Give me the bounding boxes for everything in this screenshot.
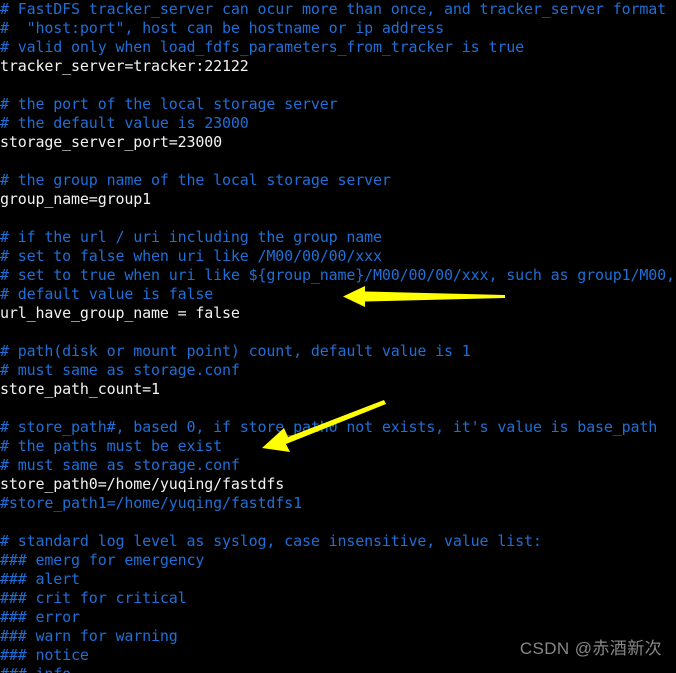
code-line: # if the url / uri including the group n… [0, 228, 382, 246]
code-line: # set to true when uri like ${group_name… [0, 266, 675, 284]
code-line: # set to false when uri like /M00/00/00/… [0, 247, 382, 265]
code-line: # must same as storage.conf [0, 456, 240, 474]
code-line: ### emerg for emergency [0, 551, 205, 569]
code-line: ### alert [0, 570, 80, 588]
code-line: # default value is false [0, 285, 214, 303]
csdn-watermark: CSDN @赤酒新次 [519, 639, 662, 658]
code-line: # the paths must be exist [0, 437, 223, 455]
terminal-screen: # FastDFS tracker_server can ocur more t… [0, 0, 676, 673]
code-line: ### info [0, 665, 676, 673]
code-line: store_path0=/home/yuqing/fastdfs [0, 475, 285, 493]
code-line: store_path_count=1 [0, 380, 160, 398]
code-line: # the group name of the local storage se… [0, 171, 391, 189]
code-line: # store_path#, based 0, if store_path0 n… [0, 418, 658, 436]
code-line: #store_path1=/home/yuqing/fastdfs1 [0, 494, 302, 512]
code-line: # standard log level as syslog, case ins… [0, 532, 542, 550]
code-line: group_name=group1 [0, 190, 151, 208]
code-line: # path(disk or mount point) count, defau… [0, 342, 471, 360]
code-line: ### error [0, 608, 80, 626]
code-line: # valid only when load_fdfs_parameters_f… [0, 38, 524, 56]
code-line: # the port of the local storage server [0, 95, 338, 113]
code-line: storage_server_port=23000 [0, 133, 223, 151]
code-line: url_have_group_name = false [0, 304, 240, 322]
code-line: # "host:port", host can be hostname or i… [0, 19, 445, 37]
code-line: ### crit for critical [0, 589, 187, 607]
code-line: tracker_server=tracker:22122 [0, 57, 249, 75]
config-file-text[interactable]: # FastDFS tracker_server can ocur more t… [0, 0, 676, 673]
code-line: # the default value is 23000 [0, 114, 249, 132]
code-line: # must same as storage.conf [0, 361, 240, 379]
code-line: # FastDFS tracker_server can ocur more t… [0, 0, 667, 18]
